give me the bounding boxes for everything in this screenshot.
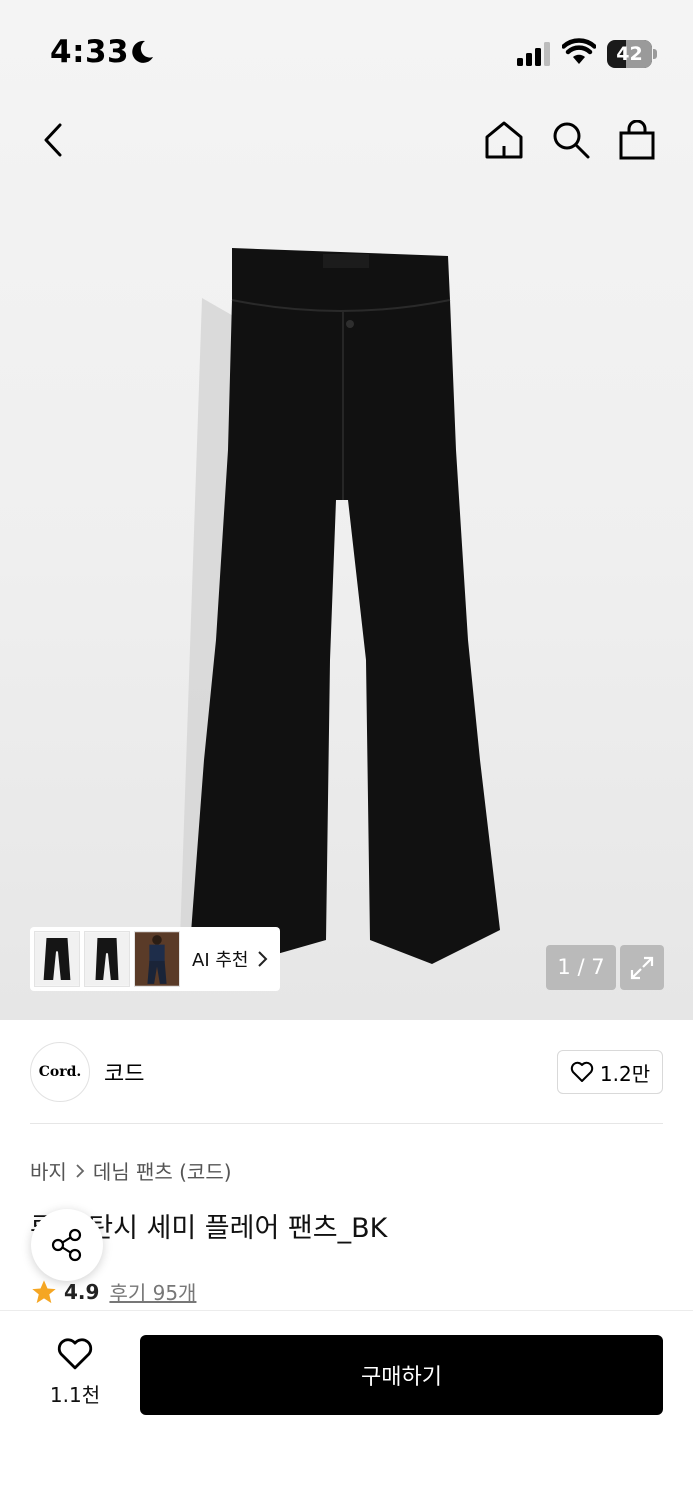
star-icon — [32, 1279, 56, 1303]
ai-thumb-1[interactable] — [34, 931, 80, 987]
battery-level: 42 — [616, 43, 643, 65]
status-bar: 4:33 42 — [0, 0, 693, 100]
chevron-right-icon — [76, 1163, 85, 1178]
ai-thumb-2[interactable] — [84, 931, 130, 987]
signal-icon — [517, 42, 550, 66]
home-icon — [485, 121, 523, 159]
review-link[interactable]: 후기 95개 — [109, 1277, 196, 1306]
back-button[interactable] — [28, 110, 78, 170]
home-button[interactable] — [479, 110, 529, 170]
breadcrumb: 바지 데님 팬츠 (코드) — [30, 1156, 232, 1185]
breadcrumb-category[interactable]: 바지 — [30, 1156, 67, 1185]
buy-button[interactable]: 구매하기 — [140, 1335, 663, 1415]
breadcrumb-subcategory[interactable]: 데님 팬츠 (코드) — [93, 1156, 232, 1185]
chevron-right-icon — [258, 951, 268, 967]
expand-icon — [630, 956, 654, 979]
share-icon — [51, 1228, 82, 1262]
expand-button[interactable] — [620, 945, 664, 990]
ai-recommend-label: AI 추천 — [192, 950, 249, 971]
back-chevron-icon — [44, 123, 62, 157]
ai-thumb-3[interactable] — [134, 931, 180, 987]
wishlist-count: 1.1천 — [49, 1383, 101, 1407]
brand-row: Cord. 코드 1.2만 — [30, 1040, 663, 1104]
cart-button[interactable] — [612, 110, 662, 170]
product-image-pants[interactable] — [140, 240, 540, 980]
brand-name[interactable]: 코드 — [104, 1056, 144, 1088]
shopping-bag-icon — [619, 120, 655, 160]
moon-icon — [132, 40, 153, 63]
top-nav — [0, 110, 693, 170]
bottom-action-bar: 1.1천 구매하기 — [0, 1310, 693, 1500]
search-icon — [553, 122, 590, 159]
status-time: 4:33 — [50, 34, 130, 70]
heart-icon — [57, 1338, 93, 1370]
brand-logo[interactable]: Cord. — [30, 1042, 90, 1102]
battery-icon: 42 — [607, 40, 657, 68]
search-button[interactable] — [546, 110, 596, 170]
image-pager: 1 / 7 — [546, 945, 616, 990]
product-gallery[interactable]: 4:33 42 AI 추천 1 / 7 — [0, 0, 693, 1020]
ai-recommend-strip[interactable]: AI 추천 — [30, 927, 280, 991]
brand-like-count: 1.2만 — [599, 1061, 651, 1086]
brand-like-button[interactable]: 1.2만 — [557, 1050, 663, 1094]
wishlist-button[interactable]: 1.1천 — [44, 1337, 106, 1408]
divider — [30, 1123, 663, 1124]
heart-icon — [570, 1061, 594, 1082]
wifi-icon — [562, 38, 596, 64]
rating-value: 4.9 — [64, 1279, 100, 1304]
share-button[interactable] — [31, 1209, 103, 1281]
rating-row: 4.9 후기 95개 — [30, 1277, 196, 1306]
